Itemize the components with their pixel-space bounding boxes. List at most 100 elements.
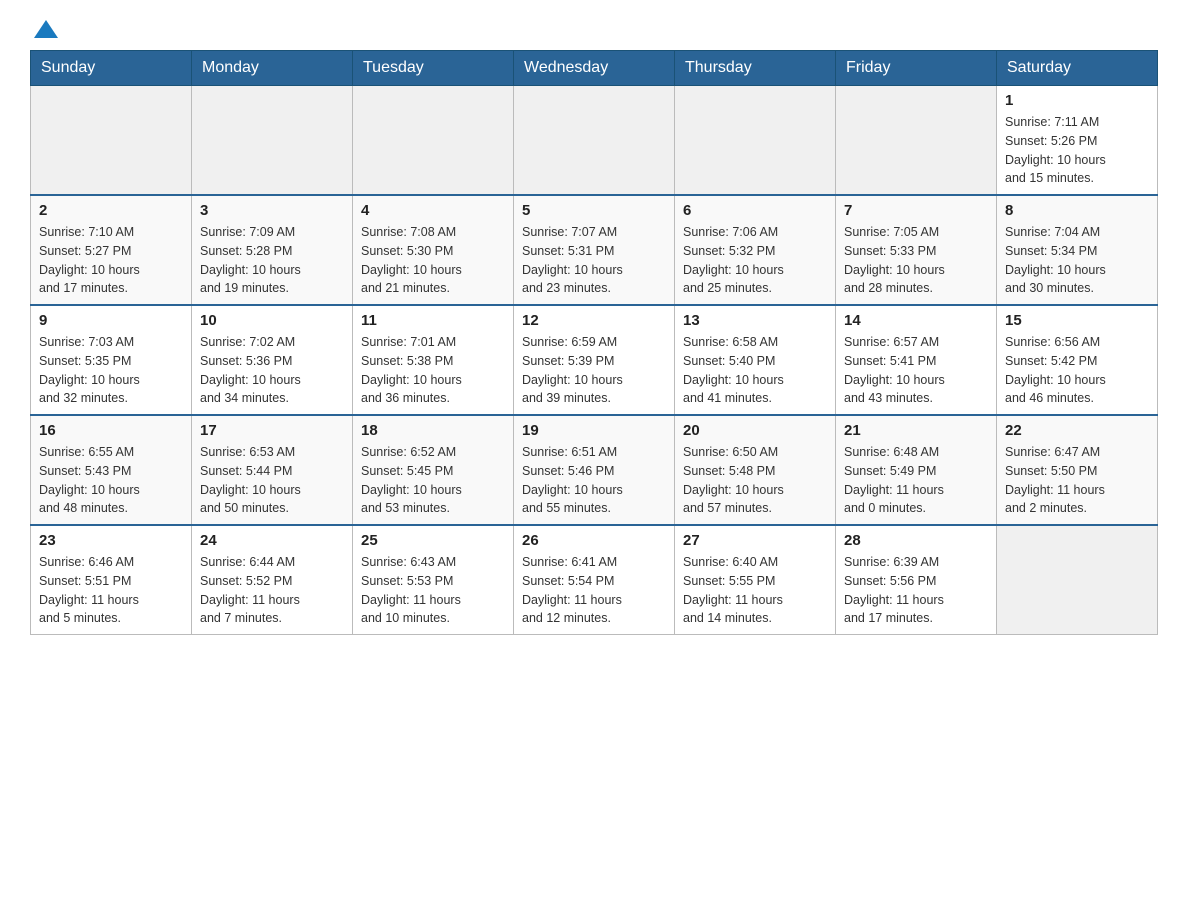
calendar-day-cell: 28 Sunrise: 6:39 AM Sunset: 5:56 PM Dayli…	[836, 525, 997, 635]
day-info: Sunrise: 7:05 AM Sunset: 5:33 PM Dayligh…	[844, 223, 988, 298]
calendar-day-cell: 22 Sunrise: 6:47 AM Sunset: 5:50 PM Dayli…	[997, 415, 1158, 525]
day-number: 20	[683, 422, 827, 439]
day-number: 3	[200, 202, 344, 219]
day-number: 2	[39, 202, 183, 219]
calendar-day-cell: 3 Sunrise: 7:09 AM Sunset: 5:28 PM Daylig…	[192, 195, 353, 305]
calendar-day-cell	[31, 86, 192, 196]
day-info: Sunrise: 6:52 AM Sunset: 5:45 PM Dayligh…	[361, 443, 505, 518]
calendar-day-cell	[836, 86, 997, 196]
day-number: 1	[1005, 92, 1149, 109]
day-info: Sunrise: 7:10 AM Sunset: 5:27 PM Dayligh…	[39, 223, 183, 298]
calendar-day-cell: 5 Sunrise: 7:07 AM Sunset: 5:31 PM Daylig…	[514, 195, 675, 305]
day-info: Sunrise: 6:39 AM Sunset: 5:56 PM Dayligh…	[844, 553, 988, 628]
day-number: 13	[683, 312, 827, 329]
calendar-table: SundayMondayTuesdayWednesdayThursdayFrid…	[30, 50, 1158, 635]
calendar-week-row: 9 Sunrise: 7:03 AM Sunset: 5:35 PM Daylig…	[31, 305, 1158, 415]
day-info: Sunrise: 6:57 AM Sunset: 5:41 PM Dayligh…	[844, 333, 988, 408]
weekday-header-wednesday: Wednesday	[514, 51, 675, 86]
calendar-day-cell: 14 Sunrise: 6:57 AM Sunset: 5:41 PM Dayli…	[836, 305, 997, 415]
calendar-day-cell: 8 Sunrise: 7:04 AM Sunset: 5:34 PM Daylig…	[997, 195, 1158, 305]
day-info: Sunrise: 6:46 AM Sunset: 5:51 PM Dayligh…	[39, 553, 183, 628]
calendar-day-cell: 20 Sunrise: 6:50 AM Sunset: 5:48 PM Dayli…	[675, 415, 836, 525]
day-number: 5	[522, 202, 666, 219]
day-info: Sunrise: 6:53 AM Sunset: 5:44 PM Dayligh…	[200, 443, 344, 518]
logo-triangle-icon	[34, 20, 58, 38]
weekday-header-sunday: Sunday	[31, 51, 192, 86]
weekday-header-row: SundayMondayTuesdayWednesdayThursdayFrid…	[31, 51, 1158, 86]
calendar-day-cell: 6 Sunrise: 7:06 AM Sunset: 5:32 PM Daylig…	[675, 195, 836, 305]
day-info: Sunrise: 6:58 AM Sunset: 5:40 PM Dayligh…	[683, 333, 827, 408]
calendar-day-cell	[675, 86, 836, 196]
day-number: 22	[1005, 422, 1149, 439]
day-info: Sunrise: 6:43 AM Sunset: 5:53 PM Dayligh…	[361, 553, 505, 628]
day-info: Sunrise: 7:01 AM Sunset: 5:38 PM Dayligh…	[361, 333, 505, 408]
calendar-week-row: 1 Sunrise: 7:11 AM Sunset: 5:26 PM Daylig…	[31, 86, 1158, 196]
calendar-day-cell: 19 Sunrise: 6:51 AM Sunset: 5:46 PM Dayli…	[514, 415, 675, 525]
day-info: Sunrise: 6:40 AM Sunset: 5:55 PM Dayligh…	[683, 553, 827, 628]
day-info: Sunrise: 7:03 AM Sunset: 5:35 PM Dayligh…	[39, 333, 183, 408]
calendar-day-cell	[192, 86, 353, 196]
day-info: Sunrise: 7:11 AM Sunset: 5:26 PM Dayligh…	[1005, 113, 1149, 188]
calendar-day-cell	[514, 86, 675, 196]
calendar-day-cell: 7 Sunrise: 7:05 AM Sunset: 5:33 PM Daylig…	[836, 195, 997, 305]
day-info: Sunrise: 6:50 AM Sunset: 5:48 PM Dayligh…	[683, 443, 827, 518]
weekday-header-saturday: Saturday	[997, 51, 1158, 86]
calendar-day-cell: 9 Sunrise: 7:03 AM Sunset: 5:35 PM Daylig…	[31, 305, 192, 415]
day-number: 27	[683, 532, 827, 549]
calendar-day-cell: 26Sunrise: 6:41 AM Sunset: 5:54 PM Dayli…	[514, 525, 675, 635]
calendar-day-cell: 10 Sunrise: 7:02 AM Sunset: 5:36 PM Dayli…	[192, 305, 353, 415]
day-number: 24	[200, 532, 344, 549]
calendar-day-cell: 24 Sunrise: 6:44 AM Sunset: 5:52 PM Dayli…	[192, 525, 353, 635]
day-number: 8	[1005, 202, 1149, 219]
calendar-day-cell: 12Sunrise: 6:59 AM Sunset: 5:39 PM Dayli…	[514, 305, 675, 415]
weekday-header-thursday: Thursday	[675, 51, 836, 86]
day-number: 4	[361, 202, 505, 219]
day-number: 17	[200, 422, 344, 439]
calendar-day-cell: 2 Sunrise: 7:10 AM Sunset: 5:27 PM Daylig…	[31, 195, 192, 305]
day-number: 14	[844, 312, 988, 329]
page-header	[30, 20, 1158, 40]
day-number: 9	[39, 312, 183, 329]
calendar-day-cell: 16 Sunrise: 6:55 AM Sunset: 5:43 PM Dayli…	[31, 415, 192, 525]
day-number: 21	[844, 422, 988, 439]
day-info: Sunrise: 6:41 AM Sunset: 5:54 PM Dayligh…	[522, 553, 666, 628]
day-number: 23	[39, 532, 183, 549]
day-info: Sunrise: 6:55 AM Sunset: 5:43 PM Dayligh…	[39, 443, 183, 518]
day-info: Sunrise: 7:06 AM Sunset: 5:32 PM Dayligh…	[683, 223, 827, 298]
calendar-day-cell: 4 Sunrise: 7:08 AM Sunset: 5:30 PM Daylig…	[353, 195, 514, 305]
day-number: 18	[361, 422, 505, 439]
calendar-day-cell: 11 Sunrise: 7:01 AM Sunset: 5:38 PM Dayli…	[353, 305, 514, 415]
day-number: 15	[1005, 312, 1149, 329]
day-number: 19	[522, 422, 666, 439]
calendar-week-row: 16 Sunrise: 6:55 AM Sunset: 5:43 PM Dayli…	[31, 415, 1158, 525]
calendar-day-cell: 17 Sunrise: 6:53 AM Sunset: 5:44 PM Dayli…	[192, 415, 353, 525]
day-info: Sunrise: 6:47 AM Sunset: 5:50 PM Dayligh…	[1005, 443, 1149, 518]
calendar-day-cell: 23 Sunrise: 6:46 AM Sunset: 5:51 PM Dayli…	[31, 525, 192, 635]
day-info: Sunrise: 7:04 AM Sunset: 5:34 PM Dayligh…	[1005, 223, 1149, 298]
day-info: Sunrise: 6:59 AM Sunset: 5:39 PM Dayligh…	[522, 333, 666, 408]
calendar-day-cell: 18 Sunrise: 6:52 AM Sunset: 5:45 PM Dayli…	[353, 415, 514, 525]
day-info: Sunrise: 6:48 AM Sunset: 5:49 PM Dayligh…	[844, 443, 988, 518]
day-info: Sunrise: 7:02 AM Sunset: 5:36 PM Dayligh…	[200, 333, 344, 408]
calendar-day-cell: 1 Sunrise: 7:11 AM Sunset: 5:26 PM Daylig…	[997, 86, 1158, 196]
day-info: Sunrise: 7:09 AM Sunset: 5:28 PM Dayligh…	[200, 223, 344, 298]
day-info: Sunrise: 6:44 AM Sunset: 5:52 PM Dayligh…	[200, 553, 344, 628]
day-number: 25	[361, 532, 505, 549]
day-info: Sunrise: 7:08 AM Sunset: 5:30 PM Dayligh…	[361, 223, 505, 298]
calendar-day-cell: 13 Sunrise: 6:58 AM Sunset: 5:40 PM Dayli…	[675, 305, 836, 415]
day-info: Sunrise: 7:07 AM Sunset: 5:31 PM Dayligh…	[522, 223, 666, 298]
day-number: 6	[683, 202, 827, 219]
weekday-header-friday: Friday	[836, 51, 997, 86]
calendar-week-row: 2 Sunrise: 7:10 AM Sunset: 5:27 PM Daylig…	[31, 195, 1158, 305]
weekday-header-tuesday: Tuesday	[353, 51, 514, 86]
day-info: Sunrise: 6:51 AM Sunset: 5:46 PM Dayligh…	[522, 443, 666, 518]
day-number: 16	[39, 422, 183, 439]
calendar-day-cell: 25 Sunrise: 6:43 AM Sunset: 5:53 PM Dayli…	[353, 525, 514, 635]
weekday-header-monday: Monday	[192, 51, 353, 86]
day-number: 11	[361, 312, 505, 329]
day-number: 7	[844, 202, 988, 219]
day-number: 10	[200, 312, 344, 329]
day-number: 28	[844, 532, 988, 549]
calendar-week-row: 23 Sunrise: 6:46 AM Sunset: 5:51 PM Dayli…	[31, 525, 1158, 635]
calendar-day-cell	[997, 525, 1158, 635]
